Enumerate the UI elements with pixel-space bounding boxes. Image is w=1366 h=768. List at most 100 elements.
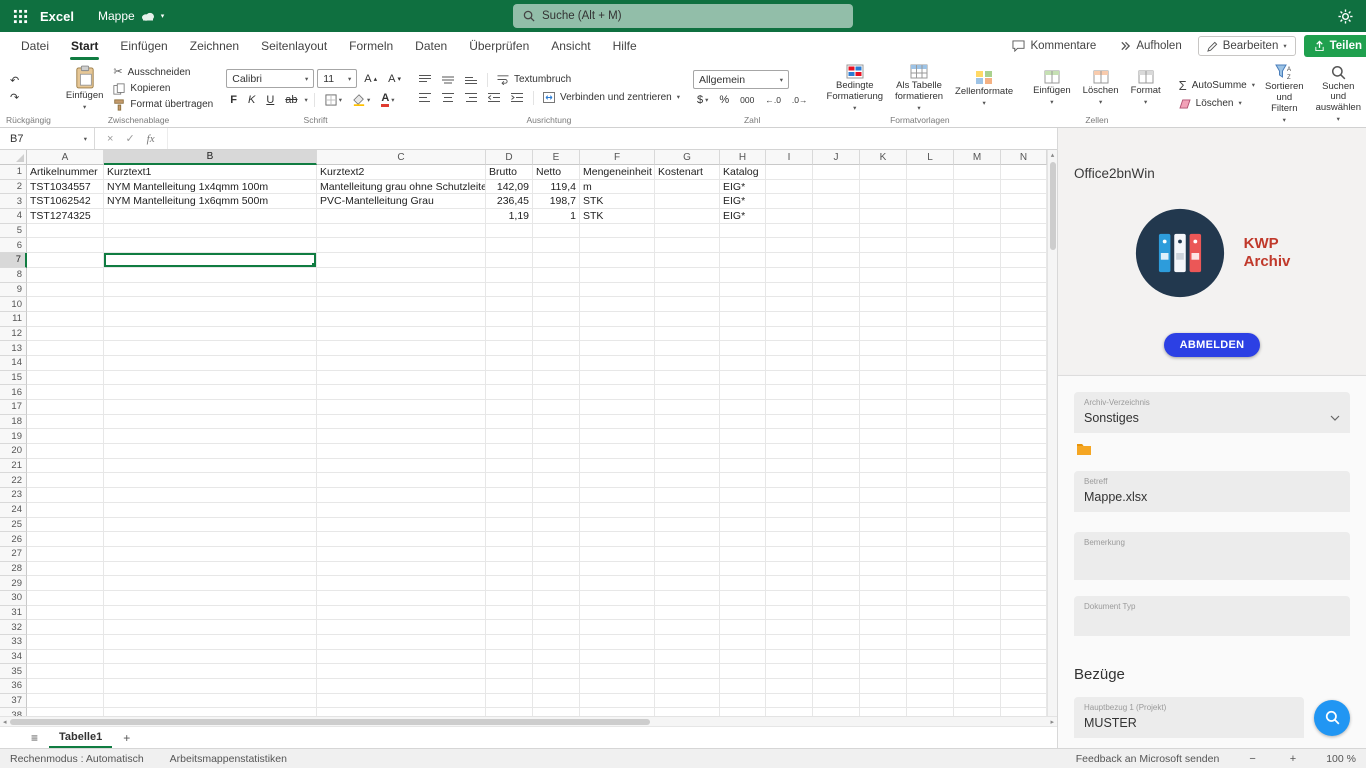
cell-B18[interactable]	[104, 414, 317, 430]
cell-L29[interactable]	[907, 576, 954, 591]
cell-C36[interactable]	[317, 679, 486, 694]
cell-K9[interactable]	[860, 282, 907, 298]
cell-L38[interactable]	[907, 708, 954, 716]
cell-D28[interactable]	[486, 561, 533, 577]
cell-A23[interactable]	[27, 488, 104, 503]
font-color-button[interactable]: A ▾	[377, 92, 398, 108]
cell-A25[interactable]	[27, 517, 104, 533]
cell-D1[interactable]: Brutto	[486, 165, 533, 180]
cell-B31[interactable]	[104, 605, 317, 621]
cell-H8[interactable]	[720, 267, 766, 283]
cell-J36[interactable]	[813, 679, 860, 694]
cell-K32[interactable]	[860, 620, 907, 635]
font-size-select[interactable]: 11 ▾	[317, 69, 358, 88]
cell-D14[interactable]	[486, 355, 533, 371]
cell-D3[interactable]: 236,45	[486, 194, 533, 210]
cell-H6[interactable]	[720, 238, 766, 254]
horizontal-scroll-thumb[interactable]	[9, 718, 650, 725]
cell-G6[interactable]	[655, 238, 720, 254]
cell-F31[interactable]	[580, 605, 655, 621]
cell-K34[interactable]	[860, 649, 907, 665]
feedback-link[interactable]: Feedback an Microsoft senden	[1076, 753, 1220, 765]
cell-F38[interactable]	[580, 708, 655, 716]
hauptbezug1-search-button[interactable]	[1314, 699, 1350, 736]
cell-F8[interactable]	[580, 267, 655, 283]
cell-L18[interactable]	[907, 414, 954, 430]
cell-F16[interactable]	[580, 385, 655, 400]
cell-K1[interactable]	[860, 165, 907, 180]
cell-G8[interactable]	[655, 267, 720, 283]
cell-H5[interactable]	[720, 223, 766, 239]
row-header-32[interactable]: 32	[0, 620, 27, 635]
cell-G16[interactable]	[655, 385, 720, 400]
cell-B33[interactable]	[104, 635, 317, 650]
cell-E3[interactable]: 198,7	[533, 194, 580, 210]
row-header-13[interactable]: 13	[0, 341, 27, 356]
cell-C24[interactable]	[317, 502, 486, 518]
cell-C14[interactable]	[317, 355, 486, 371]
column-header-j[interactable]: J	[813, 150, 860, 165]
cell-I4[interactable]	[766, 209, 813, 224]
cell-N13[interactable]	[1001, 341, 1047, 356]
cell-I30[interactable]	[766, 590, 813, 606]
cell-N16[interactable]	[1001, 385, 1047, 400]
cell-L11[interactable]	[907, 311, 954, 327]
cell-B12[interactable]	[104, 326, 317, 342]
cell-D4[interactable]: 1,19	[486, 209, 533, 224]
cell-E25[interactable]	[533, 517, 580, 533]
cell-L30[interactable]	[907, 590, 954, 606]
workbook-statistics[interactable]: Arbeitsmappenstatistiken	[170, 753, 287, 765]
cell-F25[interactable]	[580, 517, 655, 533]
delete-cells-button[interactable]: Löschen ▾	[1078, 69, 1124, 107]
cell-A19[interactable]	[27, 429, 104, 445]
column-header-a[interactable]: A	[27, 150, 104, 165]
cell-K38[interactable]	[860, 708, 907, 716]
cell-E27[interactable]	[533, 546, 580, 562]
cell-F28[interactable]	[580, 561, 655, 577]
cell-D20[interactable]	[486, 444, 533, 459]
row-header-38[interactable]: 38	[0, 708, 27, 716]
cell-A37[interactable]	[27, 693, 104, 709]
cell-N12[interactable]	[1001, 326, 1047, 342]
cell-M15[interactable]	[954, 370, 1001, 386]
cell-B22[interactable]	[104, 473, 317, 489]
ribbon-tab-start[interactable]: Start	[60, 32, 109, 60]
increase-indent-button[interactable]	[507, 91, 527, 104]
cell-M29[interactable]	[954, 576, 1001, 591]
cell-J34[interactable]	[813, 649, 860, 665]
cell-F12[interactable]	[580, 326, 655, 342]
cell-M31[interactable]	[954, 605, 1001, 621]
cell-E20[interactable]	[533, 444, 580, 459]
cell-M27[interactable]	[954, 546, 1001, 562]
cell-H21[interactable]	[720, 458, 766, 474]
row-header-23[interactable]: 23	[0, 488, 27, 503]
cell-K6[interactable]	[860, 238, 907, 254]
zoom-out-button[interactable]: −	[1245, 753, 1259, 765]
cell-C32[interactable]	[317, 620, 486, 635]
insert-function-icon[interactable]: fx	[147, 133, 155, 145]
cell-H38[interactable]	[720, 708, 766, 716]
cell-A36[interactable]	[27, 679, 104, 694]
cell-C23[interactable]	[317, 488, 486, 503]
cell-H19[interactable]	[720, 429, 766, 445]
cell-B32[interactable]	[104, 620, 317, 635]
more-font-options-chevron-icon[interactable]: ▾	[305, 96, 308, 104]
cell-C6[interactable]	[317, 238, 486, 254]
cell-A6[interactable]	[27, 238, 104, 254]
cell-B10[interactable]	[104, 297, 317, 312]
cell-J15[interactable]	[813, 370, 860, 386]
row-header-26[interactable]: 26	[0, 532, 27, 547]
cell-H11[interactable]	[720, 311, 766, 327]
cell-C11[interactable]	[317, 311, 486, 327]
cell-B21[interactable]	[104, 458, 317, 474]
cell-D33[interactable]	[486, 635, 533, 650]
cell-M22[interactable]	[954, 473, 1001, 489]
cell-I31[interactable]	[766, 605, 813, 621]
cell-B14[interactable]	[104, 355, 317, 371]
cell-D18[interactable]	[486, 414, 533, 430]
cell-M32[interactable]	[954, 620, 1001, 635]
cell-D11[interactable]	[486, 311, 533, 327]
cell-L8[interactable]	[907, 267, 954, 283]
cell-D9[interactable]	[486, 282, 533, 298]
insert-cells-button[interactable]: Einfügen ▾	[1028, 69, 1076, 107]
